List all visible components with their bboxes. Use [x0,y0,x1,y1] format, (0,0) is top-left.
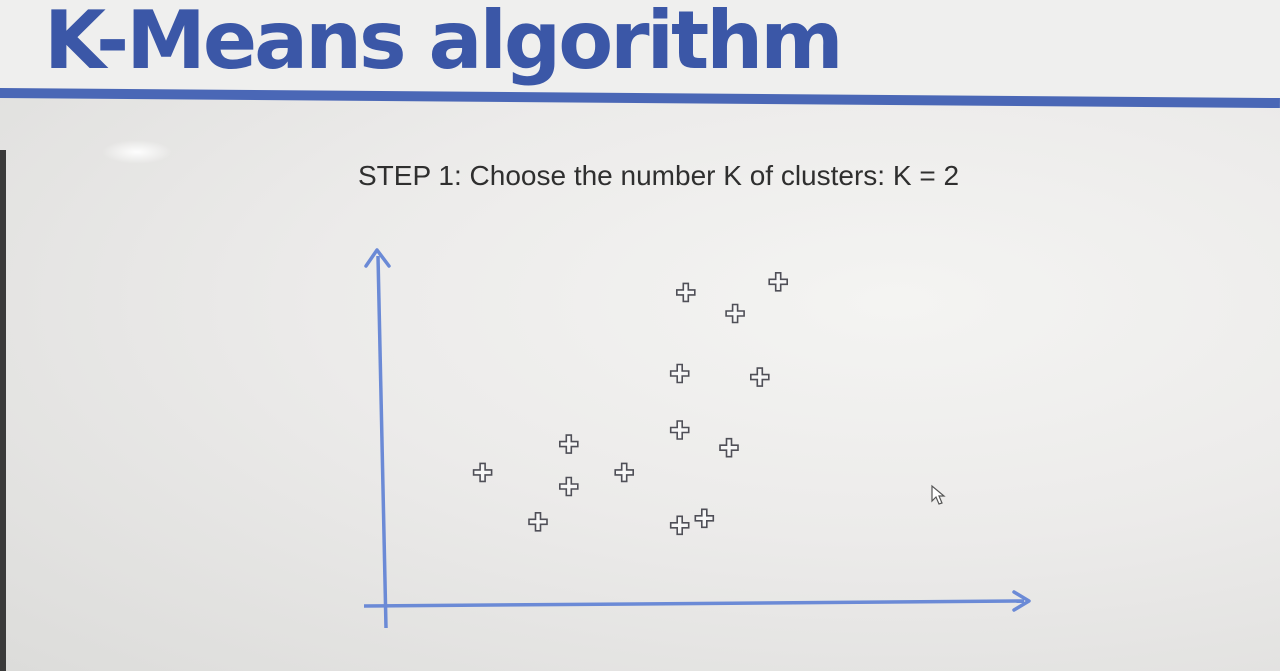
plus-cross-icon [614,462,635,483]
data-point [614,462,635,483]
plus-cross-icon [675,282,696,303]
data-point [669,363,690,384]
data-point [558,476,579,497]
data-point [768,271,789,292]
data-point [749,367,770,387]
data-point [719,437,739,458]
data-point [528,511,548,532]
plus-cross-icon [558,476,579,497]
plus-cross-icon [528,511,548,532]
plus-cross-icon [725,303,745,324]
mouse-pointer-shape [931,484,946,505]
plus-cross-icon [694,508,715,529]
x-axis [363,599,1025,608]
data-point [675,282,696,303]
plus-cross-icon [472,462,493,483]
chart-axes [363,248,1031,629]
plus-cross-icon [669,515,690,536]
plus-cross-icon [768,271,789,292]
y-axis [376,255,388,629]
plus-cross-icon [558,434,579,454]
data-point [472,462,493,483]
data-point [558,434,579,454]
data-point [669,420,690,440]
plus-cross-icon [669,363,690,384]
data-point [694,508,715,529]
plus-cross-icon [749,367,770,387]
data-point [725,303,745,324]
data-point [669,515,690,536]
plus-cross-icon [719,437,739,458]
plus-cross-icon [669,420,690,440]
chart-points [472,271,789,536]
mouse-pointer-icon [931,484,946,505]
scatter-chart [363,248,1031,629]
